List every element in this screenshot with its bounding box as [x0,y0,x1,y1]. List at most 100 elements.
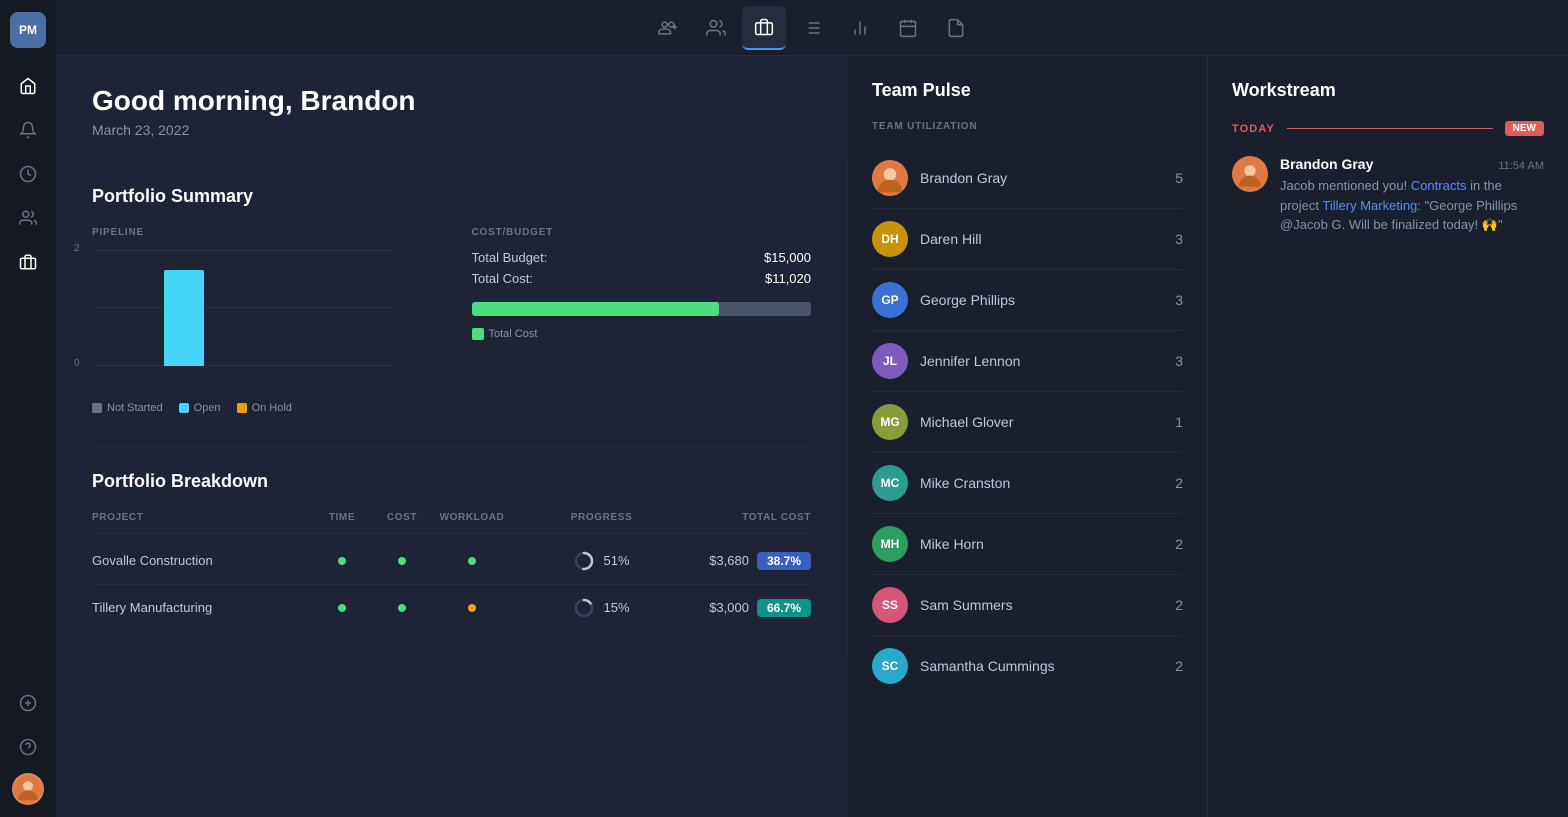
total-budget-value: $15,000 [764,250,811,265]
legend-dot-orange [237,403,247,413]
time-dot-tillery [338,604,346,612]
total-cost-value: $11,020 [765,271,811,286]
member-count-horn: 2 [1163,536,1183,552]
budget-bar-container [472,302,812,316]
table-row: Govalle Construction [92,538,811,585]
grid-label-0: 0 [74,358,80,369]
ws-avatar [1232,156,1268,192]
workstream-item: Brandon Gray 11:54 AM Jacob mentioned yo… [1232,156,1544,235]
member-count-samantha: 2 [1163,658,1183,674]
ws-text-before: Jacob mentioned you! [1280,178,1411,193]
member-avatar-sam: SS [872,587,908,623]
today-label: TODAY [1232,123,1275,135]
col-header-workload: WORKLOAD [432,512,512,523]
team-member-row: MG Michael Glover 1 [872,392,1183,453]
member-avatar-michael: MG [872,404,908,440]
sidebar-item-add[interactable] [10,685,46,721]
member-name-brandon: Brandon Gray [920,170,1151,186]
col-header-cost: COST [372,512,432,523]
team-member-row: GP George Phillips 3 [872,270,1183,331]
bar-chart: 2 0 [92,250,392,390]
team-member-row: JL Jennifer Lennon 3 [872,331,1183,392]
team-utilization-label: TEAM UTILIZATION [872,121,1183,132]
bars-container [116,250,392,366]
ws-content: Brandon Gray 11:54 AM Jacob mentioned yo… [1280,156,1544,235]
team-member-row: Brandon Gray 5 [872,148,1183,209]
member-count-george: 3 [1163,292,1183,308]
cost-value-tillery: $3,000 [709,600,749,615]
total-cost-row: Total Cost: $11,020 [472,271,812,286]
bar-open [164,270,204,365]
member-avatar-george: GP [872,282,908,318]
total-budget-row: Total Budget: $15,000 [472,250,812,265]
ws-time: 11:54 AM [1498,160,1544,172]
nav-chart[interactable] [838,6,882,50]
row-total-cost-tillery: $3,000 66.7% [691,599,811,617]
today-line [1287,128,1493,129]
portfolio-summary-title: Portfolio Summary [92,186,811,207]
team-member-row: DH Daren Hill 3 [872,209,1183,270]
nav-calendar[interactable] [886,6,930,50]
sidebar-item-help[interactable] [10,729,46,765]
member-name-cranston: Mike Cranston [920,475,1151,491]
content-area: Good morning, Brandon March 23, 2022 Por… [56,56,1568,817]
user-avatar[interactable] [12,773,44,805]
member-count-michael: 1 [1163,414,1183,430]
dashboard-header: Good morning, Brandon March 23, 2022 [56,56,848,162]
nav-briefcase[interactable] [742,6,786,50]
workstream-panel: Workstream TODAY NEW Brandon Gray [1208,56,1568,817]
team-pulse-panel: Team Pulse TEAM UTILIZATION Brandon Gray… [848,56,1208,817]
member-name-jennifer: Jennifer Lennon [920,353,1151,369]
sidebar-item-clock[interactable] [10,156,46,192]
nav-list[interactable] [790,6,834,50]
row-project-tillery: Tillery Manufacturing [92,600,312,615]
legend-on-hold: On Hold [237,402,292,414]
member-avatar-daren: DH [872,221,908,257]
member-avatar-brandon [872,160,908,196]
ws-link-tillery[interactable]: Tillery Marketing [1322,198,1417,213]
member-count-daren: 3 [1163,231,1183,247]
row-time-tillery [312,604,372,612]
row-workload-tillery [432,604,512,612]
member-avatar-jennifer: JL [872,343,908,379]
breakdown-table: PROJECT TIME COST WORKLOAD PROGRESS TOTA… [92,512,811,631]
app-logo[interactable]: PM [10,12,46,48]
ws-link-contracts[interactable]: Contracts [1411,178,1467,193]
workload-dot-govalle [468,557,476,565]
ws-author-name: Brandon Gray [1280,156,1373,172]
row-project-govalle: Govalle Construction [92,553,312,568]
breakdown-title: Portfolio Breakdown [92,471,811,492]
cost-section: COST/BUDGET Total Budget: $15,000 Total … [472,227,812,414]
pipeline-section: PIPELINE 2 0 [92,227,432,414]
nav-people-add[interactable] [646,6,690,50]
member-count-sam: 2 [1163,597,1183,613]
row-cost-tillery [372,604,432,612]
col-header-progress: PROGRESS [512,512,691,523]
sidebar-item-home[interactable] [10,68,46,104]
date-text: March 23, 2022 [92,122,812,138]
sidebar-item-people[interactable] [10,200,46,236]
member-name-horn: Mike Horn [920,536,1151,552]
legend-on-hold-label: On Hold [252,402,292,414]
cost-legend-dot [472,328,484,340]
member-name-daren: Daren Hill [920,231,1151,247]
legend-open-label: Open [194,402,221,414]
progress-circle-govalle [573,550,595,572]
nav-document[interactable] [934,6,978,50]
row-total-cost-govalle: $3,680 38.7% [691,552,811,570]
nav-people[interactable] [694,6,738,50]
legend-not-started-label: Not Started [107,402,163,414]
table-header: PROJECT TIME COST WORKLOAD PROGRESS TOTA… [92,512,811,534]
team-member-row: MH Mike Horn 2 [872,514,1183,575]
sidebar-item-briefcase[interactable] [10,244,46,280]
member-name-michael: Michael Glover [920,414,1151,430]
progress-pct-govalle: 51% [603,553,629,568]
member-count-jennifer: 3 [1163,353,1183,369]
workstream-header: TODAY NEW [1232,121,1544,136]
sidebar-item-notifications[interactable] [10,112,46,148]
progress-badge-govalle: 38.7% [757,552,811,570]
team-pulse-title: Team Pulse [872,80,1183,101]
col-header-project: PROJECT [92,512,312,523]
workstream-title: Workstream [1232,80,1544,101]
budget-bar-fill [472,302,720,316]
